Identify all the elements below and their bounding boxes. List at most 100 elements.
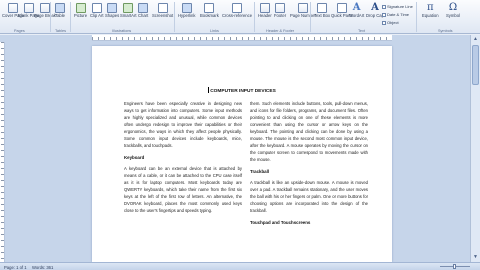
ruler-tick: [1, 138, 4, 139]
cover-page-icon: [8, 3, 19, 13]
ruler-tick: [326, 37, 327, 40]
wordart-button[interactable]: A WordArt: [349, 3, 364, 27]
ruler-tick: [176, 37, 177, 40]
ruler-tick: [338, 37, 339, 40]
text-box-button[interactable]: Text Box: [314, 3, 330, 27]
ruler-tick: [1, 48, 4, 49]
ruler-tick: [374, 37, 375, 40]
ruler-tick: [254, 37, 255, 40]
symbol-button[interactable]: Ω Symbol: [446, 3, 460, 27]
group-label-pages: Pages: [14, 29, 25, 33]
page-number-button[interactable]: Page Number: [290, 3, 316, 27]
header-button[interactable]: Header: [258, 3, 272, 27]
ruler-tick: [344, 37, 345, 40]
ruler-tick: [362, 37, 363, 40]
ruler-tick: [110, 37, 111, 40]
horizontal-ruler[interactable]: [92, 35, 392, 41]
equation-button[interactable]: π Equation: [422, 3, 439, 27]
ruler-tick: [152, 37, 153, 40]
ruler-tick: [1, 54, 4, 55]
ruler-tick: [248, 37, 249, 40]
ruler-tick: [1, 258, 4, 259]
ruler-tick: [1, 132, 4, 133]
page-break-button[interactable]: Page Break: [34, 3, 56, 27]
ruler-tick: [122, 37, 123, 40]
scroll-up-icon[interactable]: ▲: [472, 36, 479, 42]
ruler-tick: [1, 126, 4, 127]
ruler-tick: [1, 72, 4, 73]
hyperlink-button[interactable]: Hyperlink: [178, 3, 195, 27]
ruler-tick: [1, 162, 4, 163]
cross-reference-button[interactable]: Cross-reference: [222, 3, 252, 27]
ruler-tick: [1, 168, 4, 169]
heading-trackball: Trackball: [250, 169, 270, 174]
group-separator: [174, 2, 175, 32]
ruler-tick: [350, 37, 351, 40]
clip-art-icon: [91, 3, 102, 13]
document-title[interactable]: COMPUTER INPUT DEVICES: [92, 87, 392, 94]
ruler-tick: [1, 150, 4, 151]
scroll-down-icon[interactable]: ▼: [472, 254, 479, 260]
scrollbar-thumb[interactable]: [472, 45, 479, 85]
word-count-status[interactable]: Words: 361: [32, 265, 53, 270]
zoom-slider-knob[interactable]: [453, 264, 456, 269]
heading-keyboard: Keyboard: [124, 155, 145, 160]
picture-icon: [75, 3, 86, 13]
screenshot-button[interactable]: Screenshot: [152, 3, 173, 27]
quick-parts-icon: [336, 3, 347, 13]
left-column[interactable]: Engineers have been especially creative …: [124, 100, 242, 219]
group-label-symbols: Symbols: [438, 29, 453, 33]
ruler-tick: [1, 42, 4, 43]
ruler-tick: [368, 37, 369, 40]
ruler-tick: [140, 37, 141, 40]
cross-reference-icon: [232, 3, 243, 13]
ruler-tick: [212, 37, 213, 40]
ruler-tick: [104, 37, 105, 40]
shapes-button[interactable]: Shapes: [105, 3, 119, 27]
chart-button[interactable]: Chart: [138, 3, 148, 27]
ruler-tick: [1, 216, 4, 217]
document-page[interactable]: COMPUTER INPUT DEVICES Engineers have be…: [92, 46, 392, 262]
symbol-icon: Ω: [448, 2, 458, 13]
clip-art-button[interactable]: Clip Art: [90, 3, 104, 27]
ruler-tick: [266, 37, 267, 40]
ruler-tick: [224, 37, 225, 40]
ruler-tick: [1, 240, 4, 241]
object-button[interactable]: Object: [382, 20, 399, 25]
text-box-icon: [317, 3, 328, 13]
ruler-tick: [98, 37, 99, 40]
ruler-tick: [1, 96, 4, 97]
ruler-tick: [1, 114, 4, 115]
ruler-tick: [1, 108, 4, 109]
ruler-tick: [1, 174, 4, 175]
ruler-tick: [302, 37, 303, 40]
footer-button[interactable]: Footer: [274, 3, 286, 27]
group-label-links: Links: [210, 29, 219, 33]
ruler-tick: [236, 37, 237, 40]
signature-line-icon: [382, 4, 386, 9]
heading-touchpad: Touchpad and Touchscreens: [250, 220, 311, 225]
group-separator: [416, 2, 417, 32]
ruler-tick: [1, 120, 4, 121]
page-number-icon: [297, 3, 308, 13]
paragraph-intro: Engineers have been especially creative …: [124, 101, 242, 148]
group-separator: [310, 2, 311, 32]
ruler-tick: [1, 234, 4, 235]
page-count-status[interactable]: Page: 1 of 1: [4, 265, 27, 270]
picture-button[interactable]: Picture: [74, 3, 87, 27]
right-column[interactable]: them. Such elements include buttons, too…: [250, 100, 368, 230]
ruler-tick: [356, 37, 357, 40]
vertical-scrollbar[interactable]: ▲ ▼: [470, 35, 480, 262]
page-break-icon: [39, 3, 50, 13]
ruler-tick: [1, 180, 4, 181]
bookmark-button[interactable]: Bookmark: [200, 3, 219, 27]
ruler-tick: [272, 37, 273, 40]
date-time-button[interactable]: Date & Time: [382, 12, 409, 17]
signature-line-button[interactable]: Signature Line: [382, 4, 413, 9]
ruler-tick: [1, 198, 4, 199]
blank-page-icon: [23, 3, 34, 13]
smartart-button[interactable]: SmartArt: [120, 3, 137, 27]
vertical-ruler[interactable]: [0, 42, 5, 262]
ruler-tick: [164, 37, 165, 40]
table-button[interactable]: Table: [55, 3, 65, 27]
